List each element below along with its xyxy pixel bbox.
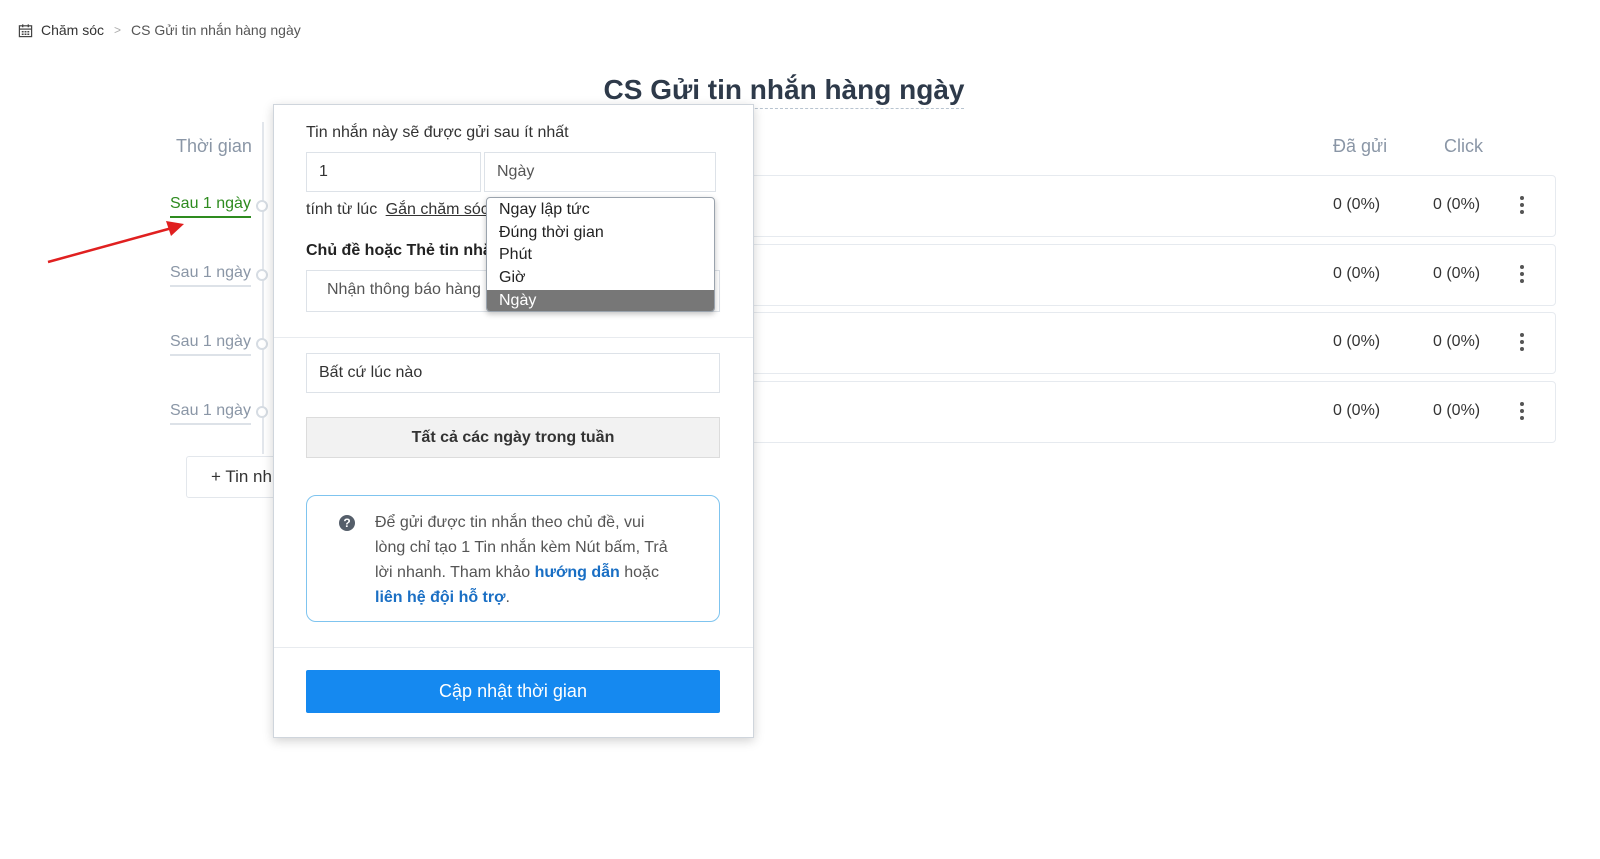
message-row-2[interactable]: 0 (0%) 0 (0%) <box>700 244 1556 306</box>
info-text-part: hoặc <box>619 564 659 581</box>
row-click-count: 0 (0%) <box>1433 333 1481 350</box>
more-options-icon[interactable] <box>1519 196 1525 214</box>
popup-intro-label: Tin nhắn này sẽ được gửi sau ít nhất <box>306 124 569 141</box>
unit-option-day[interactable]: Ngày <box>487 289 714 311</box>
column-header-click: Click <box>1444 136 1483 156</box>
row-click-count: 0 (0%) <box>1433 402 1481 419</box>
topic-label: Chủ đề hoặc Thẻ tin nhắ <box>306 242 492 259</box>
message-row-3[interactable]: 0 (0%) 0 (0%) <box>700 312 1556 374</box>
more-options-icon[interactable] <box>1519 265 1525 283</box>
column-header-sent: Đã gửi <box>1333 136 1388 156</box>
timeline-dot-3 <box>256 338 268 350</box>
row-click-count: 0 (0%) <box>1433 265 1481 282</box>
popup-divider <box>274 647 753 648</box>
send-time-select[interactable]: Bất cứ lúc nào <box>306 353 720 393</box>
breadcrumb-separator: > <box>114 23 122 37</box>
unit-option-hour[interactable]: Giờ <box>487 267 714 290</box>
column-header-time: Thời gian <box>176 136 252 156</box>
calendar-icon <box>18 23 33 37</box>
info-text: Để gửi được tin nhắn theo chủ đề, vui lò… <box>375 510 675 610</box>
contact-support-link[interactable]: liên hệ đội hỗ trợ <box>375 589 505 606</box>
message-row-1[interactable]: 0 (0%) 0 (0%) <box>700 175 1556 237</box>
row-click-count: 0 (0%) <box>1433 196 1481 213</box>
since-label: tính từ lúc <box>306 201 378 218</box>
info-box: ? Để gửi được tin nhắn theo chủ đề, vui … <box>306 495 720 622</box>
more-options-icon[interactable] <box>1519 402 1525 420</box>
since-trigger-link[interactable]: Gắn chăm sóc <box>386 201 489 218</box>
row-sent-count: 0 (0%) <box>1333 333 1381 350</box>
breadcrumb: Chăm sóc > CS Gửi tin nhắn hàng ngày <box>18 22 301 38</box>
timeline-dot-2 <box>256 269 268 281</box>
row-sent-count: 0 (0%) <box>1333 402 1381 419</box>
unit-option-immediately[interactable]: Ngay lập tức <box>487 199 714 222</box>
timeline-label-3[interactable]: Sau 1 ngày <box>170 333 251 356</box>
unit-option-minute[interactable]: Phút <box>487 244 714 267</box>
unit-dropdown-list: Ngay lập tức Đúng thời gian Phút Giờ Ngà… <box>486 197 715 312</box>
delay-unit-select[interactable]: Ngày <box>484 152 716 192</box>
row-sent-count: 0 (0%) <box>1333 265 1381 282</box>
delay-amount-input[interactable]: 1 <box>306 152 481 192</box>
info-text-part: . <box>505 589 510 606</box>
question-circle-icon: ? <box>339 515 355 531</box>
breadcrumb-current: CS Gửi tin nhắn hàng ngày <box>131 22 301 38</box>
annotation-arrow-icon <box>47 221 184 264</box>
page-title-wrap: CS Gửi tin nhắn hàng ngày <box>0 74 1568 109</box>
timeline-line <box>262 122 264 454</box>
message-row-4[interactable]: 0 (0%) 0 (0%) <box>700 381 1556 443</box>
timeline-label-4[interactable]: Sau 1 ngày <box>170 402 251 425</box>
timeline-dot-1 <box>256 200 268 212</box>
weekdays-button[interactable]: Tất cả các ngày trong tuần <box>306 417 720 458</box>
breadcrumb-root-link[interactable]: Chăm sóc <box>41 22 104 38</box>
timeline-dot-4 <box>256 406 268 418</box>
timeline-label-1[interactable]: Sau 1 ngày <box>170 195 251 218</box>
update-time-button[interactable]: Cập nhật thời gian <box>306 670 720 713</box>
row-sent-count: 0 (0%) <box>1333 196 1381 213</box>
unit-option-exact-time[interactable]: Đúng thời gian <box>487 222 714 245</box>
popup-divider <box>274 337 753 338</box>
since-row: tính từ lúc Gắn chăm sóc <box>306 201 489 219</box>
guide-link[interactable]: hướng dẫn <box>535 564 620 581</box>
more-options-icon[interactable] <box>1519 333 1525 351</box>
